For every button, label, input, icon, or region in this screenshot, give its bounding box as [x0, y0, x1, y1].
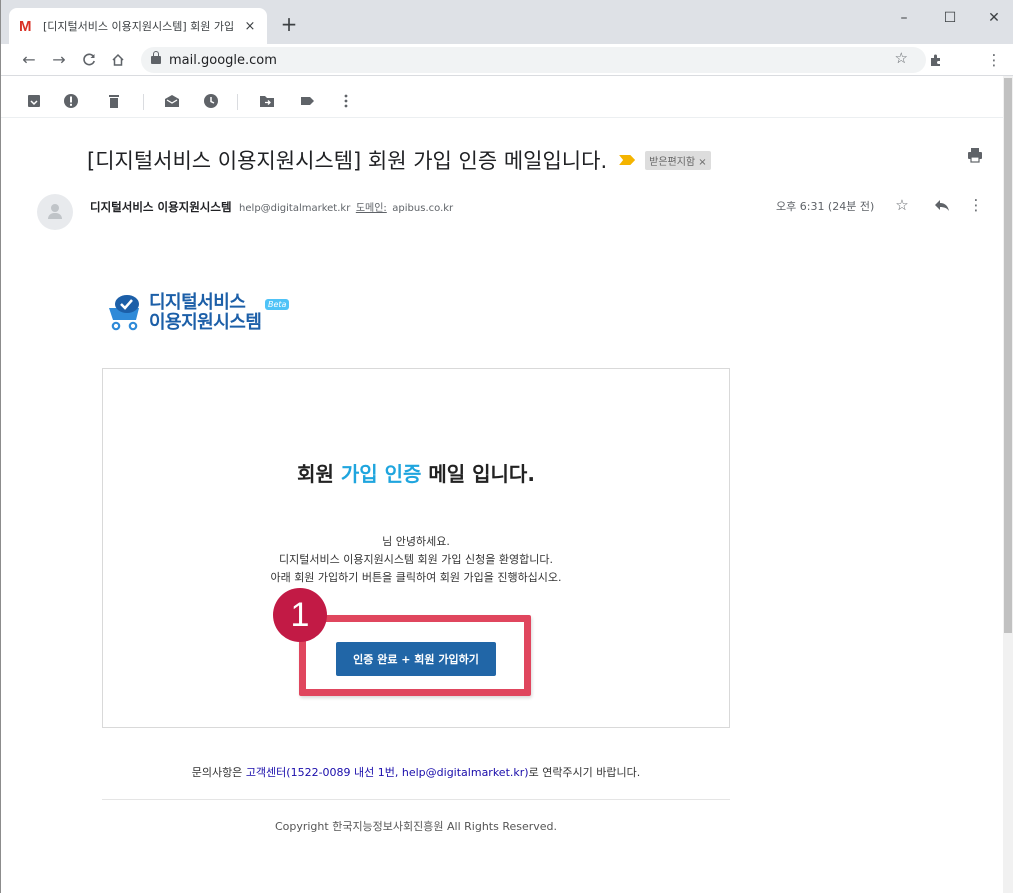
sender-email: help@digitalmarket.kr [239, 203, 351, 214]
subject-text: [디지털서비스 이용지원시스템] 회원 가입 인증 메일입니다. [87, 149, 608, 173]
browser-toolbar: ← → mail.google.com ☆ ⋮ [1, 44, 1013, 76]
footer-prefix: 문의사항은 [191, 766, 246, 779]
gmail-action-bar [1, 84, 1004, 118]
url-text: mail.google.com [169, 52, 277, 68]
delete-icon[interactable] [105, 92, 123, 110]
domain-label[interactable]: 도메인: [356, 203, 387, 214]
new-tab-button[interactable]: + [279, 12, 299, 36]
gmail-icon: M [19, 17, 32, 35]
print-icon[interactable] [967, 147, 983, 163]
toolbar-divider [237, 94, 238, 110]
back-icon[interactable]: ← [18, 49, 40, 71]
sender-info: 디지털서비스 이용지원시스템 help@digitalmarket.kr 도메인… [90, 199, 453, 215]
footer-suffix: 로 연락주시기 바랍니다. [528, 766, 641, 779]
tab-title: [디지털서비스 이용지원시스템] 회원 가입 인증 메일입니다. [43, 20, 235, 33]
scrollbar-thumb[interactable] [1004, 78, 1012, 633]
mark-unread-icon[interactable] [163, 92, 181, 110]
instruction-text: 아래 회원 가입하기 버튼을 클릭하여 회원 가입을 진행하십시오. [270, 571, 562, 584]
tab-strip: M [디지털서비스 이용지원시스템] 회원 가입 인증 메일입니다. × + –… [1, 0, 1013, 44]
avatar-person-icon [51, 204, 59, 212]
copyright-text: Copyright 한국지능정보사회진흥원 All Rights Reserve… [274, 820, 558, 833]
beta-badge: Beta [265, 299, 290, 310]
avatar-person-body [48, 213, 62, 219]
email-timestamp: 오후 6:31 (24분 전) [776, 200, 875, 213]
report-spam-icon[interactable] [62, 92, 80, 110]
label-icon[interactable] [298, 92, 316, 110]
service-logo: 디지털서비스 이용지원시스템 Beta [105, 288, 305, 336]
maximize-button[interactable]: ☐ [940, 8, 960, 28]
highlight-annotation-box [299, 615, 531, 696]
browser-tab[interactable]: M [디지털서비스 이용지원시스템] 회원 가입 인증 메일입니다. × [9, 8, 267, 44]
reply-icon[interactable] [933, 196, 951, 214]
inbox-label-chip[interactable]: 받은편지함 × [645, 150, 711, 170]
minimize-button[interactable]: – [894, 8, 914, 28]
tab-close-icon[interactable]: × [243, 19, 257, 34]
close-window-button[interactable]: ✕ [984, 8, 1004, 28]
forward-icon[interactable]: → [48, 49, 70, 71]
browser-menu-icon[interactable]: ⋮ [983, 49, 1005, 71]
toolbar-divider [143, 94, 144, 110]
contact-info: 문의사항은 고객센터(1522-0089 내선 1번, help@digital… [102, 764, 730, 780]
step-number-badge: 1 [273, 588, 327, 642]
logo-text-line2: 이용지원시스템 [149, 312, 262, 333]
email-subject: [디지털서비스 이용지원시스템] 회원 가입 인증 메일입니다. 받은편지함 × [87, 145, 711, 175]
email-body-title: 회원 가입 인증 메일 입니다. [103, 458, 729, 487]
snooze-icon[interactable] [202, 92, 220, 110]
browser-window: M [디지털서비스 이용지원시스템] 회원 가입 인증 메일입니다. × + –… [0, 0, 1013, 893]
sender-name: 디지털서비스 이용지원시스템 [90, 200, 232, 214]
welcome-text: 디지털서비스 이용지원시스템 회원 가입 신청을 환영합니다. [279, 553, 553, 566]
home-icon[interactable] [107, 49, 129, 71]
star-icon[interactable]: ☆ [893, 196, 911, 214]
sender-domain: apibus.co.kr [392, 203, 454, 214]
cart-cloud-logo-icon [109, 295, 139, 331]
importance-marker-icon[interactable] [619, 155, 636, 165]
sender-avatar [37, 194, 73, 230]
extensions-icon[interactable] [925, 49, 947, 73]
footer-divider [102, 799, 730, 800]
title-part1: 회원 [297, 462, 341, 486]
bookmark-star-icon[interactable]: ☆ [895, 49, 908, 67]
more-options-icon[interactable]: ⋮ [967, 196, 985, 214]
title-part2: 메일 입니다. [421, 462, 535, 486]
reload-icon[interactable] [78, 49, 100, 71]
move-to-icon[interactable] [258, 92, 276, 110]
archive-icon[interactable] [25, 92, 43, 110]
more-actions-icon[interactable] [337, 92, 355, 110]
greeting-text: 님 안녕하세요. [382, 535, 450, 548]
lock-icon [151, 51, 161, 64]
address-bar[interactable]: mail.google.com ☆ [141, 47, 926, 73]
customer-center-link[interactable]: 고객센터(1522-0089 내선 1번, help@digitalmarket… [246, 766, 529, 779]
title-highlight: 가입 인증 [340, 462, 422, 486]
